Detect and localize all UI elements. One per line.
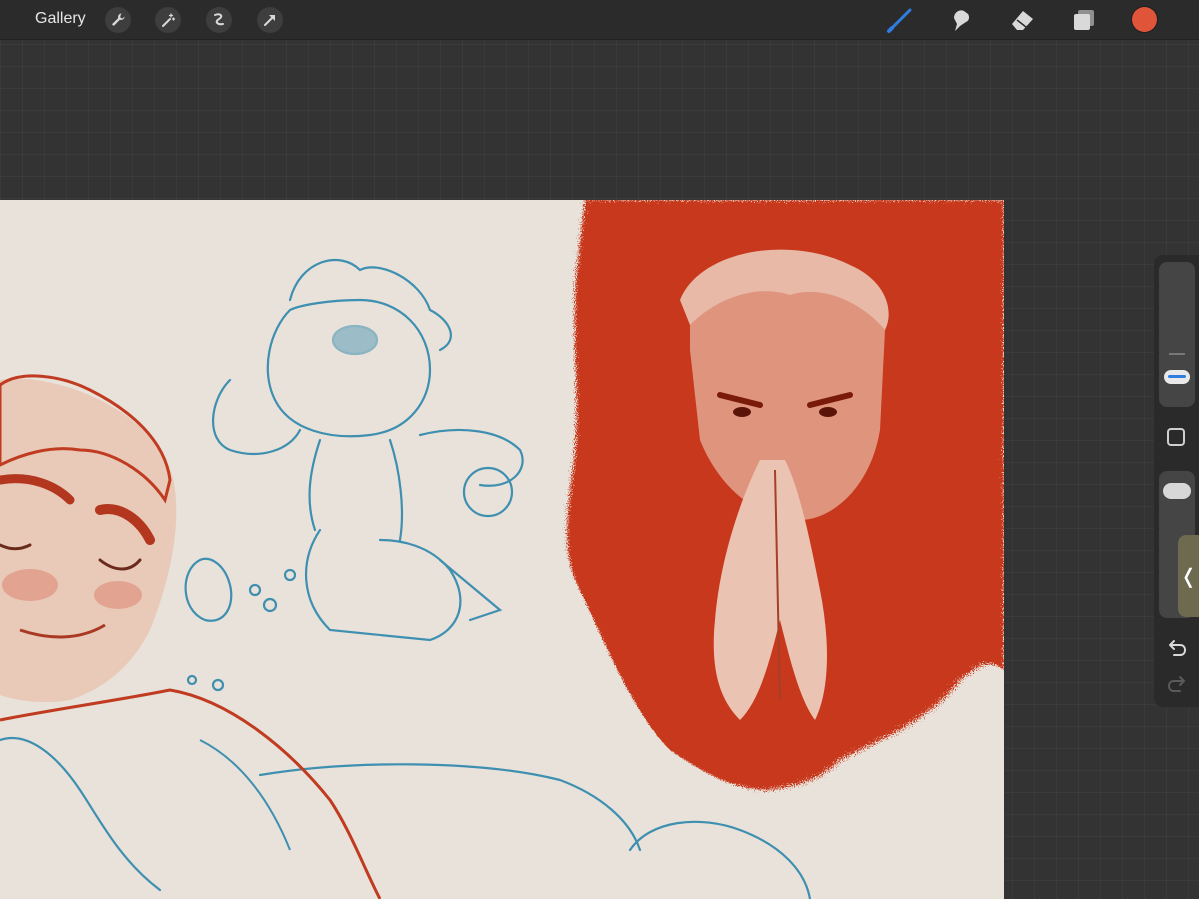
gallery-button[interactable]: Gallery (35, 10, 86, 28)
smudge-button[interactable] (947, 6, 975, 34)
sidebar-collapse-tab[interactable]: ❬ (1178, 535, 1199, 617)
brush-size-slider[interactable] (1159, 262, 1195, 407)
layers-button[interactable] (1070, 6, 1098, 34)
canvas-artwork (0, 200, 1004, 899)
color-picker-button[interactable] (1132, 7, 1157, 32)
slider-tick (1169, 353, 1185, 355)
adjustments-button[interactable] (155, 7, 181, 33)
drawing-canvas[interactable] (0, 200, 1004, 899)
magic-wand-icon (162, 13, 176, 27)
redo-icon (1167, 676, 1185, 692)
actions-button[interactable] (105, 7, 131, 33)
modify-button[interactable] (1167, 428, 1185, 446)
eraser-icon (1012, 11, 1033, 30)
transform-arrow-icon (264, 15, 275, 26)
layers-icon (1074, 10, 1094, 30)
eraser-button[interactable] (1008, 6, 1036, 34)
brush-icon (887, 8, 912, 33)
transform-button[interactable] (257, 7, 283, 33)
smudge-icon (954, 10, 970, 31)
brush-button[interactable] (886, 6, 914, 34)
undo-icon (1169, 640, 1187, 656)
selection-button[interactable] (206, 7, 232, 33)
selection-icon (214, 13, 224, 26)
brush-size-handle[interactable] (1164, 370, 1190, 384)
redo-button[interactable] (1166, 674, 1188, 694)
opacity-handle[interactable] (1163, 483, 1191, 499)
undo-button[interactable] (1166, 638, 1188, 658)
wrench-icon (112, 13, 125, 26)
chevron-left-icon: ❬ (1180, 565, 1197, 588)
top-toolbar: Gallery (0, 0, 1199, 40)
